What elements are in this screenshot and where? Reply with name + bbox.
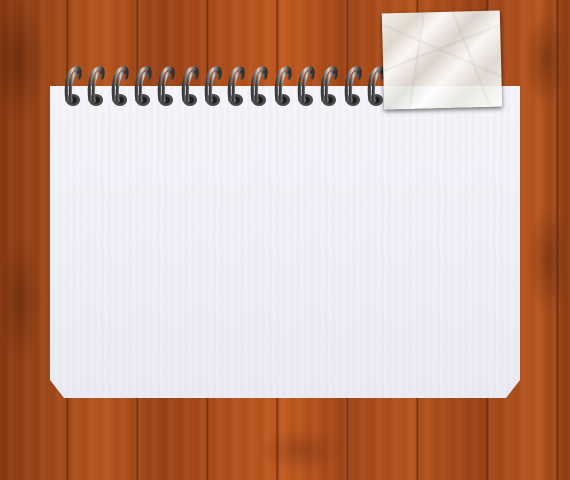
spiral-ring [248, 64, 270, 110]
spiral-ring [202, 64, 224, 110]
notepad-page[interactable] [50, 86, 520, 398]
spiral-ring [179, 64, 201, 110]
spiral-ring [342, 64, 364, 110]
spiral-ring [295, 64, 317, 110]
spiral-binding [62, 64, 392, 112]
spiral-ring [109, 64, 131, 110]
spiral-ring [85, 64, 107, 110]
sticky-note[interactable] [381, 10, 503, 110]
spiral-ring [155, 64, 177, 110]
spiral-ring [62, 64, 84, 110]
spiral-ring [132, 64, 154, 110]
spiral-ring [318, 64, 340, 110]
spiral-ring [272, 64, 294, 110]
spiral-ring [225, 64, 247, 110]
